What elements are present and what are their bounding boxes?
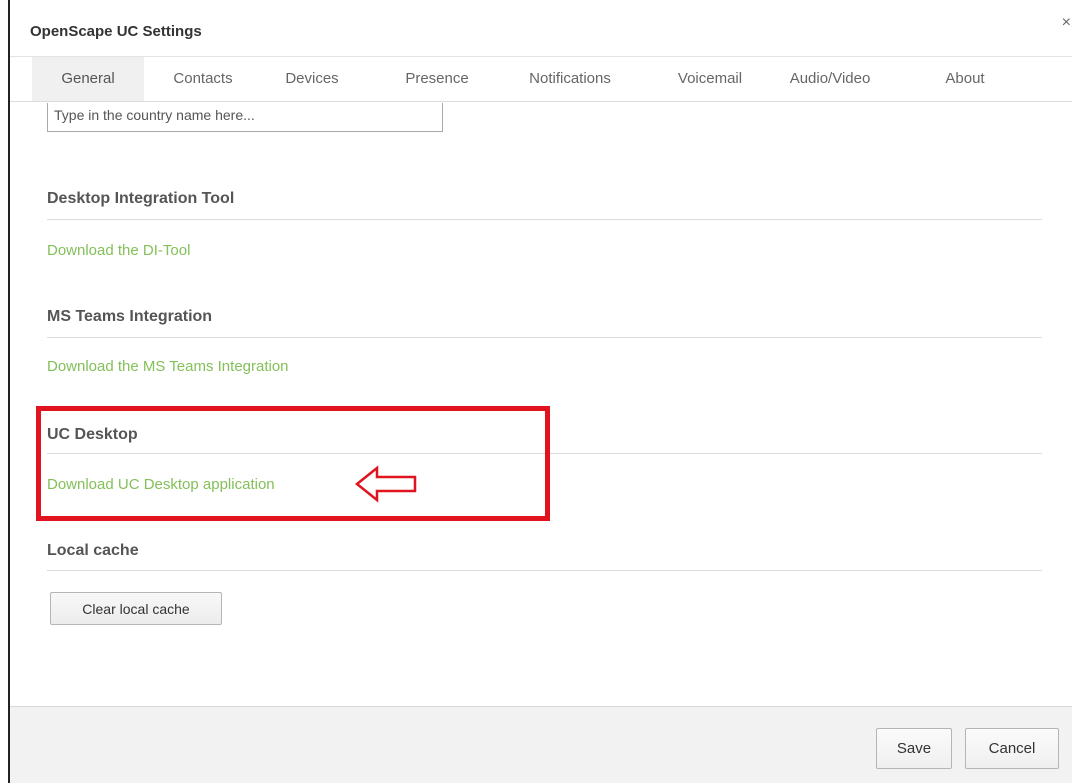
dialog-footer: Save Cancel [10, 706, 1072, 783]
cancel-button[interactable]: Cancel [965, 728, 1059, 769]
settings-dialog: OpenScape UC Settings × General Contacts… [0, 0, 1072, 783]
tab-devices[interactable]: Devices [268, 57, 356, 101]
left-arrow-icon [355, 465, 417, 503]
section-title-ms-teams: MS Teams Integration [47, 308, 213, 325]
section-divider [47, 219, 1042, 220]
dialog-title: OpenScape UC Settings [30, 23, 202, 40]
annotation-highlight-box [36, 406, 550, 521]
clear-local-cache-button[interactable]: Clear local cache [50, 592, 222, 625]
section-title-di-tool: Desktop Integration Tool [47, 190, 235, 207]
section-title-local-cache: Local cache [47, 542, 139, 559]
tab-presence[interactable]: Presence [388, 57, 486, 101]
download-ms-teams-link[interactable]: Download the MS Teams Integration [47, 358, 289, 375]
tab-notifications[interactable]: Notifications [512, 57, 628, 101]
tab-bar: General Contacts Devices Presence Notifi… [10, 57, 1072, 102]
tab-audio-video[interactable]: Audio/Video [780, 57, 880, 101]
tab-about[interactable]: About [930, 57, 1000, 101]
save-button[interactable]: Save [876, 728, 952, 769]
close-icon[interactable]: × [1062, 15, 1071, 31]
country-input[interactable] [47, 103, 443, 132]
tab-general[interactable]: General [32, 57, 144, 101]
settings-content[interactable]: Desktop Integration Tool Download the DI… [10, 102, 1072, 706]
download-di-tool-link[interactable]: Download the DI-Tool [47, 242, 190, 259]
section-divider [47, 570, 1042, 571]
tab-voicemail[interactable]: Voicemail [660, 57, 760, 101]
tab-contacts[interactable]: Contacts [150, 57, 256, 101]
section-divider [47, 337, 1042, 338]
title-bar: OpenScape UC Settings × [10, 0, 1072, 57]
